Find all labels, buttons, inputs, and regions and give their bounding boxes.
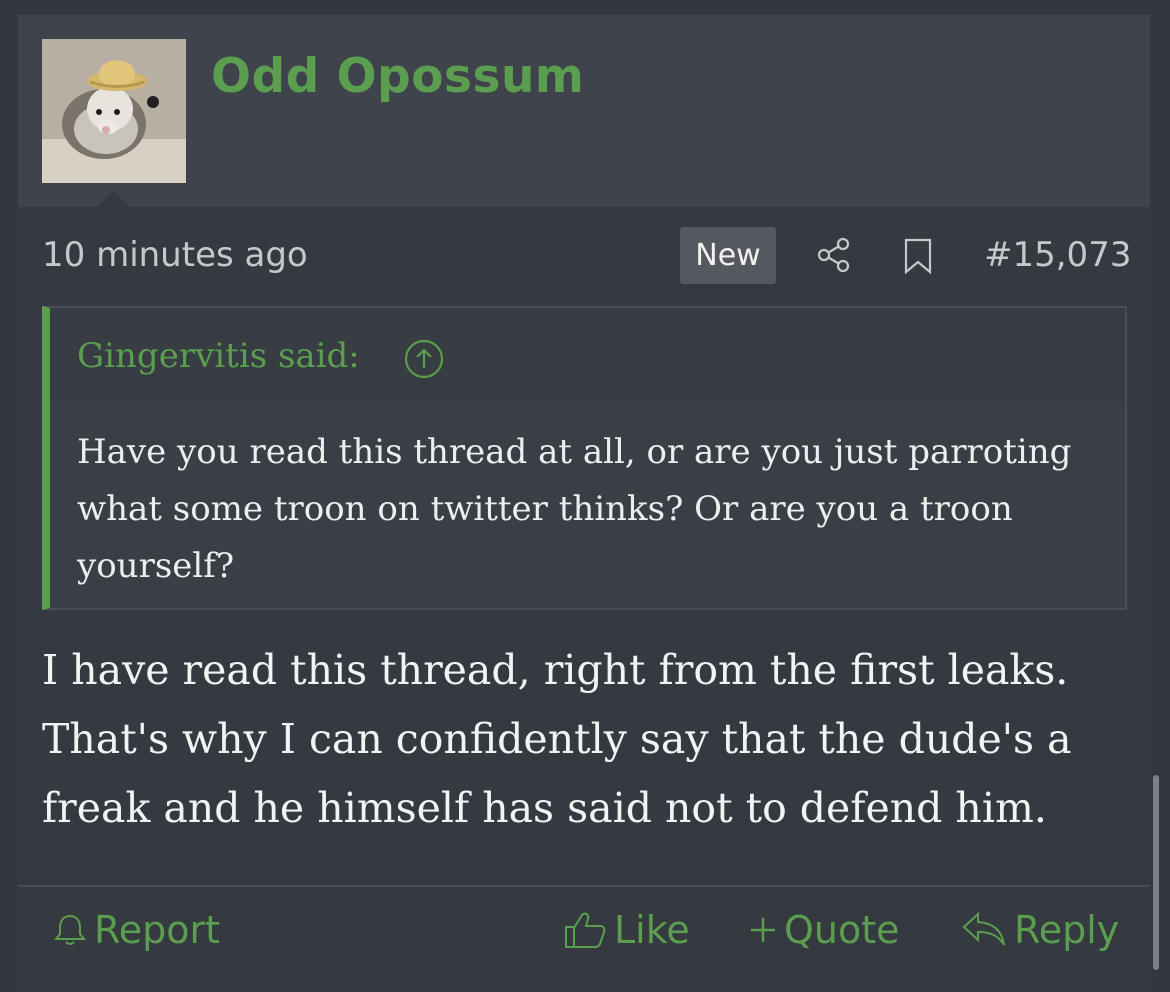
like-label: Like: [614, 908, 690, 952]
quote-block: Gingervitis said: Have you read this thr…: [42, 306, 1127, 610]
post-time[interactable]: 10 minutes ago: [42, 235, 308, 275]
new-badge: New: [680, 227, 776, 284]
footer-divider: [18, 885, 1150, 887]
post-number[interactable]: #15,073: [984, 235, 1131, 275]
scrollbar[interactable]: [1153, 775, 1159, 970]
username[interactable]: Odd Opossum: [211, 49, 584, 104]
post-header: Odd Opossum: [18, 15, 1150, 207]
quote-text: Have you read this thread at all, or are…: [77, 432, 1072, 586]
quote-header: Gingervitis said:: [50, 308, 1125, 404]
quote-author[interactable]: Gingervitis said:: [77, 336, 360, 376]
like-button[interactable]: Like: [564, 905, 690, 955]
share-icon[interactable]: [815, 236, 853, 274]
quote-button[interactable]: Quote: [748, 905, 900, 955]
arrow-up-circle-icon[interactable]: [403, 338, 445, 380]
post-card: Odd Opossum 10 minutes ago New #15,073 G…: [18, 15, 1150, 992]
bookmark-icon[interactable]: [902, 237, 934, 275]
report-button[interactable]: Report: [52, 905, 220, 955]
report-label: Report: [94, 908, 220, 952]
plus-icon: [751, 918, 775, 942]
quote-label: Quote: [784, 908, 900, 952]
bell-icon: [53, 914, 87, 945]
post-message: I have read this thread, right from the …: [42, 646, 1072, 832]
reply-icon: [962, 911, 1005, 946]
avatar-pointer: [97, 191, 129, 207]
reply-label: Reply: [1014, 908, 1120, 952]
reply-button[interactable]: Reply: [960, 905, 1119, 955]
avatar[interactable]: [42, 39, 186, 183]
thumbs-up-icon: [565, 912, 606, 948]
